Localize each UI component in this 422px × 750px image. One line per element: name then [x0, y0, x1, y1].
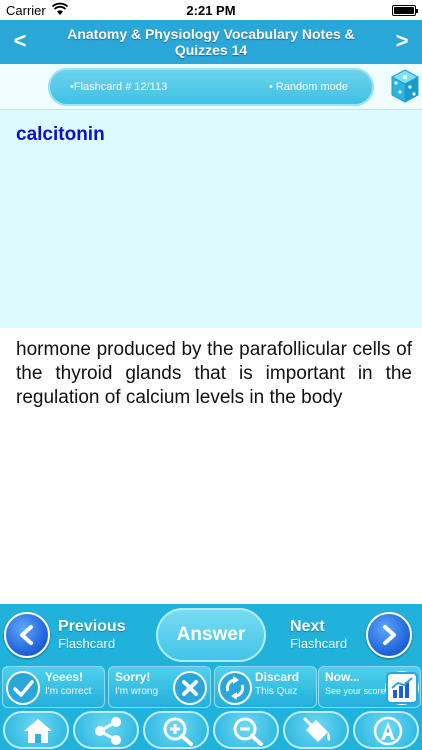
share-button[interactable]	[73, 711, 139, 749]
previous-label: Previous	[58, 618, 126, 635]
wrong-subtitle: I'm wrong	[115, 686, 159, 697]
wrong-button[interactable]: Sorry! I'm wrong	[108, 666, 211, 708]
recycle-icon	[218, 671, 252, 705]
correct-button[interactable]: Yeees! I'm correct	[2, 666, 105, 708]
status-bar: Carrier 2:21 PM	[0, 0, 422, 20]
previous-flashcard-button[interactable]: Previous Flashcard	[0, 606, 150, 662]
flashcard-term: calcitonin	[16, 124, 105, 145]
zoom-in-icon	[163, 717, 193, 746]
wrong-title: Sorry!	[115, 670, 151, 684]
flashcard-info-pill: •Flashcard # 12/113 • Random mode	[48, 68, 374, 106]
zoom-in-button[interactable]	[143, 711, 209, 749]
next-set-button[interactable]: >	[390, 30, 414, 52]
discard-subtitle: This Quiz	[255, 686, 298, 697]
home-button[interactable]	[3, 711, 69, 749]
info-bar: •Flashcard # 12/113 • Random mode	[0, 64, 422, 110]
previous-set-button[interactable]: <	[8, 30, 32, 52]
answer-button[interactable]: Answer	[156, 608, 266, 662]
color-button[interactable]	[283, 711, 349, 749]
clock: 2:21 PM	[186, 3, 236, 18]
correct-subtitle: I'm correct	[45, 686, 92, 697]
previous-sublabel: Flashcard	[58, 636, 116, 651]
dice-icon[interactable]	[390, 68, 420, 106]
control-panel: Previous Flashcard Answer Next Flashcard…	[0, 604, 422, 750]
header-bar: < Anatomy & Physiology Vocabulary Notes …	[0, 20, 422, 64]
font-icon	[373, 716, 403, 746]
next-flashcard-button[interactable]: Next Flashcard	[272, 606, 422, 662]
chevron-left-icon	[4, 612, 50, 658]
score-subtitle: See your score	[325, 686, 386, 696]
x-icon	[173, 671, 207, 705]
battery-icon	[392, 5, 418, 16]
next-label: Next	[290, 618, 325, 635]
score-title: Now...	[325, 670, 360, 684]
home-icon	[24, 719, 52, 743]
flashcard-definition: hormone produced by the parafollicular c…	[16, 339, 412, 408]
see-score-button[interactable]: Now... See your score	[318, 666, 421, 708]
zoom-out-icon	[233, 717, 263, 746]
paint-bucket-icon	[303, 717, 331, 742]
quiz-actions: Yeees! I'm correct Sorry! I'm wrong Disc…	[0, 666, 422, 708]
discard-quiz-button[interactable]: Discard This Quiz	[214, 666, 317, 708]
font-button[interactable]	[353, 711, 419, 749]
toolbar	[0, 710, 422, 750]
zoom-out-button[interactable]	[213, 711, 279, 749]
mode-label: • Random mode	[268, 81, 348, 93]
next-sublabel: Flashcard	[290, 636, 348, 651]
correct-title: Yeees!	[45, 670, 84, 684]
discard-title: Discard	[255, 670, 300, 684]
share-icon	[95, 717, 121, 745]
page-title: Anatomy & Physiology Vocabulary Notes & …	[67, 26, 355, 58]
check-icon	[6, 671, 40, 705]
flashcard-counter: •Flashcard # 12/113	[70, 81, 168, 93]
flashcard-navigation: Previous Flashcard Answer Next Flashcard	[0, 604, 422, 664]
term-panel: calcitonin	[0, 110, 422, 328]
chevron-right-icon	[366, 612, 412, 658]
chart-icon	[385, 671, 419, 705]
